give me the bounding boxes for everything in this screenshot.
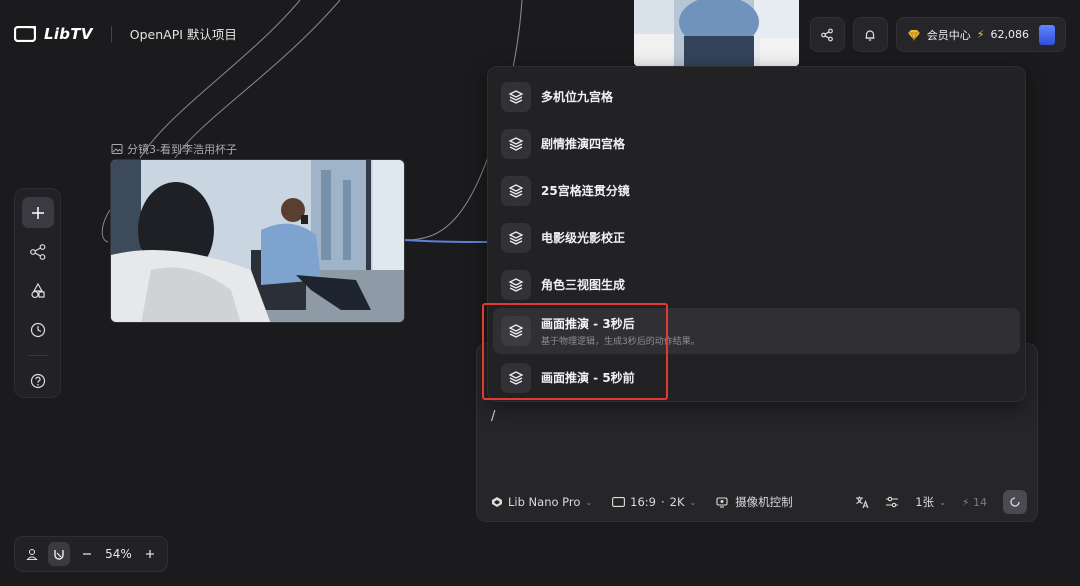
- bell-icon: [865, 29, 875, 41]
- shapes-button[interactable]: [22, 275, 54, 306]
- header-divider: [110, 25, 112, 42]
- magnet-icon: [54, 550, 64, 560]
- snap-button[interactable]: [48, 542, 70, 566]
- cost-bolt-icon: ⚡: [961, 495, 970, 509]
- loading-icon: [1010, 497, 1020, 507]
- menu-item-cinematic-lighting[interactable]: 电影级光影校正: [493, 214, 1020, 261]
- node-title[interactable]: 分镜3-看到李浩用杯子: [111, 141, 237, 157]
- workflow-button[interactable]: [22, 236, 54, 267]
- brand-header: LibTV OpenAPI 默认项目: [13, 24, 237, 43]
- camera-control-button[interactable]: 摄像机控制: [716, 494, 793, 510]
- aspect-ratio: 16:9: [630, 495, 656, 509]
- share-button[interactable]: [809, 17, 845, 52]
- libtv-logo-icon: [13, 25, 37, 42]
- menu-item-label: 电影级光影校正: [541, 231, 626, 245]
- image-count: 1张: [915, 495, 935, 509]
- layers-icon: [501, 222, 531, 253]
- share-icon: [821, 28, 834, 41]
- member-label: 会员中心: [926, 28, 971, 42]
- menu-item-label: 角色三视图生成: [541, 278, 626, 292]
- layers-icon: [501, 269, 531, 300]
- credits-count: 62,086: [990, 28, 1030, 41]
- aspect-ratio-icon: [612, 497, 626, 507]
- model-selector[interactable]: Lib Nano Pro ⌄: [491, 495, 592, 509]
- prompt-controls: Lib Nano Pro ⌄ 16:9 · 2K ⌄ 摄像机控制 1张 ⌄ ⚡ …: [491, 490, 1027, 514]
- resolution: 2K: [669, 495, 685, 509]
- history-button[interactable]: [22, 314, 54, 345]
- layers-icon: [501, 175, 531, 206]
- menu-item-label: 多机位九宫格: [541, 90, 614, 104]
- user-pin-icon: [25, 548, 38, 561]
- menu-item-character-three-view[interactable]: 角色三视图生成: [493, 261, 1020, 308]
- left-toolbar: [14, 188, 61, 398]
- chevron-down-icon: ⌄: [585, 497, 593, 507]
- highlight-annotation-box: [482, 303, 668, 400]
- aspect-resolution-selector[interactable]: 16:9 · 2K ⌄: [612, 495, 696, 509]
- layers-icon: [501, 128, 531, 159]
- help-icon: [30, 374, 45, 389]
- layers-icon: [501, 81, 531, 112]
- help-button[interactable]: [22, 366, 54, 397]
- model-name: Lib Nano Pro: [508, 495, 581, 509]
- menu-item-label: 25宫格连贯分镜: [541, 184, 630, 198]
- menu-item-label: 剧情推演四宫格: [541, 137, 626, 151]
- cost-display: ⚡ 14: [962, 496, 987, 509]
- zoom-in-button[interactable]: [140, 542, 161, 566]
- logo-text[interactable]: LibTV: [44, 25, 93, 43]
- minus-icon: [82, 553, 91, 555]
- menu-item-multi-camera-grid[interactable]: 多机位九宫格: [493, 73, 1020, 120]
- storyboard-image-node[interactable]: [110, 159, 405, 323]
- chevron-down-icon: ⌄: [939, 497, 946, 507]
- prompt-right-controls: 1张 ⌄ ⚡ 14: [855, 490, 1027, 514]
- workflow-icon: [29, 243, 45, 260]
- cost-value: 14: [973, 495, 987, 509]
- minimap-button[interactable]: [21, 542, 42, 566]
- plus-icon: [146, 550, 155, 558]
- zoom-toolbar: 54%: [14, 536, 168, 572]
- settings-sliders-icon[interactable]: [885, 495, 899, 509]
- credit-bolt-icon: ⚡: [976, 28, 985, 41]
- chevron-down-icon: ⌄: [689, 497, 697, 507]
- generate-button[interactable]: [1003, 490, 1027, 514]
- model-icon: [492, 497, 502, 507]
- top-actions: 会员中心 ⚡ 62,086: [809, 17, 1066, 52]
- camera-icon: [716, 497, 728, 508]
- zoom-out-button[interactable]: [76, 542, 97, 566]
- image-icon: [111, 144, 123, 154]
- shapes-icon: [30, 282, 45, 298]
- zoom-level: 54%: [105, 547, 132, 561]
- translate-icon[interactable]: [855, 495, 869, 509]
- project-name[interactable]: OpenAPI 默认项目: [130, 24, 237, 43]
- user-avatar[interactable]: [1039, 24, 1055, 45]
- top-node-thumbnail[interactable]: [634, 0, 799, 66]
- dot-separator: ·: [660, 495, 665, 509]
- notification-button[interactable]: [852, 17, 888, 52]
- member-center-button[interactable]: 会员中心 ⚡ 62,086: [895, 17, 1066, 52]
- camera-label: 摄像机控制: [735, 495, 793, 509]
- prompt-input[interactable]: /: [491, 409, 495, 424]
- add-node-button[interactable]: [21, 197, 54, 228]
- menu-item-25-grid-storyboard[interactable]: 25宫格连贯分镜: [493, 167, 1020, 214]
- count-selector[interactable]: 1张 ⌄: [915, 494, 946, 510]
- menu-item-story-four-grid[interactable]: 剧情推演四宫格: [493, 120, 1020, 167]
- clock-icon: [30, 322, 45, 337]
- storyboard-image: [111, 160, 404, 322]
- diamond-icon: [907, 29, 920, 41]
- toolbar-divider: [27, 355, 48, 356]
- node-title-text: 分镜3-看到李浩用杯子: [127, 143, 237, 156]
- plus-icon: [31, 206, 44, 219]
